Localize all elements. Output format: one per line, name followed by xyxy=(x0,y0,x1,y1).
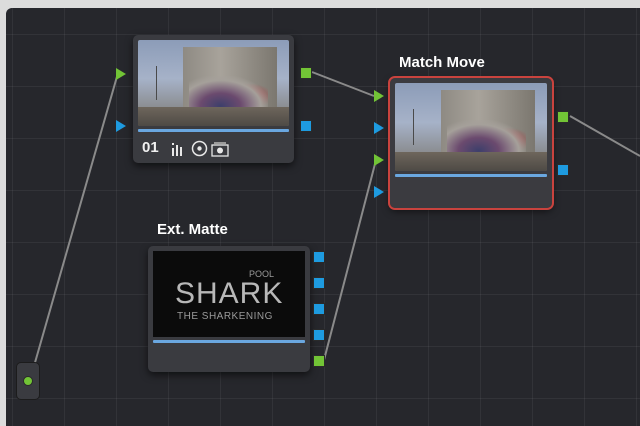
matchmove-alpha-output-port[interactable] xyxy=(557,164,569,176)
matte-thumb-big-text: SHARK xyxy=(175,277,284,310)
clip-alpha-output-port[interactable] xyxy=(300,120,312,132)
match-move-thumbnail xyxy=(395,83,547,171)
ext-matte-progress-bar xyxy=(153,340,305,343)
matte-output-port-4[interactable] xyxy=(313,329,325,341)
clip-progress-bar xyxy=(138,129,289,132)
matte-output-port-3[interactable] xyxy=(313,303,325,315)
matchmove-rgb-output-port[interactable] xyxy=(557,111,569,123)
circle-dot-icon xyxy=(191,140,208,160)
media-input-node[interactable] xyxy=(16,362,40,400)
clip-rgb-output-port[interactable] xyxy=(300,67,312,79)
clip-thumbnail xyxy=(138,40,289,126)
media-input-port[interactable] xyxy=(23,376,33,386)
matte-rgb-output-port[interactable] xyxy=(313,355,325,367)
matchmove-alpha-input-port[interactable] xyxy=(374,122,384,134)
bars-icon xyxy=(171,142,185,159)
matte-output-port-1[interactable] xyxy=(313,251,325,263)
match-move-node[interactable] xyxy=(388,76,554,210)
ext-matte-node[interactable]: POOL SHARK THE SHARKENING xyxy=(148,246,310,372)
match-move-progress-bar xyxy=(395,174,547,177)
ext-matte-title: Ext. Matte xyxy=(157,221,228,238)
ext-matte-thumbnail: POOL SHARK THE SHARKENING xyxy=(153,251,305,337)
matchmove-key-alpha-input-port[interactable] xyxy=(374,186,384,198)
clip-alpha-input-port[interactable] xyxy=(116,120,126,132)
matchmove-key-input-port[interactable] xyxy=(374,154,384,166)
matchmove-rgb-input-port[interactable] xyxy=(374,90,384,102)
node-number: 01 xyxy=(142,139,159,156)
matte-output-port-2[interactable] xyxy=(313,277,325,289)
matte-thumb-sub-text: THE SHARKENING xyxy=(177,311,273,322)
clip-node-01[interactable]: 01 xyxy=(133,35,294,163)
camera-icon xyxy=(211,141,229,160)
clip-rgb-input-port[interactable] xyxy=(116,68,126,80)
match-move-title: Match Move xyxy=(399,54,485,71)
